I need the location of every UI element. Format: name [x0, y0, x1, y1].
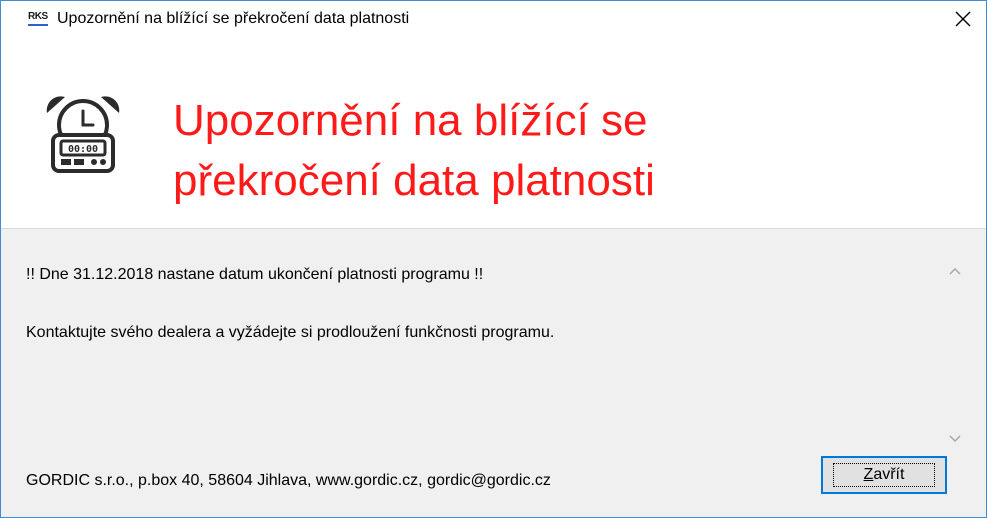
- window-title: Upozornění na blížící se překročení data…: [57, 10, 410, 27]
- company-info: GORDIC s.r.o., p.box 40, 58604 Jihlava, …: [26, 472, 551, 489]
- close-button-label: Zavřít: [832, 463, 936, 487]
- scroll-up-arrow-icon[interactable]: [949, 265, 961, 277]
- headline: Upozornění na blížící se překročení data…: [173, 91, 655, 211]
- headline-line-1: Upozornění na blížící se: [173, 96, 648, 145]
- headline-line-2: překročení data platnosti: [173, 156, 655, 205]
- close-x-icon: [955, 11, 971, 27]
- message-box[interactable]: !! Dne 31.12.2018 nastane datum ukončení…: [21, 249, 966, 461]
- app-icon: RKS: [28, 11, 48, 26]
- close-button[interactable]: Zavřít: [821, 456, 947, 494]
- alarm-clock-icon: 00:00: [46, 96, 120, 173]
- dialog-window: RKS Upozornění na blížící se překročení …: [0, 0, 987, 518]
- scroll-down-arrow-icon[interactable]: [949, 433, 961, 445]
- close-button-mnemonic: Z: [863, 466, 874, 483]
- close-button-label-rest: avřít: [873, 466, 905, 483]
- clock-display-text: 00:00: [68, 144, 98, 155]
- dialog-body: !! Dne 31.12.2018 nastane datum ukončení…: [1, 228, 986, 517]
- title-bar: RKS Upozornění na blížící se překročení …: [1, 1, 986, 37]
- message-line-2: Kontaktujte svého dealera a vyžádejte si…: [26, 324, 555, 341]
- vertical-scrollbar[interactable]: [944, 249, 966, 461]
- window-close-button[interactable]: [940, 1, 986, 37]
- dialog-header: 00:00 Upozornění na blížící se překročen…: [1, 37, 986, 228]
- message-line-1: !! Dne 31.12.2018 nastane datum ukončení…: [26, 266, 484, 283]
